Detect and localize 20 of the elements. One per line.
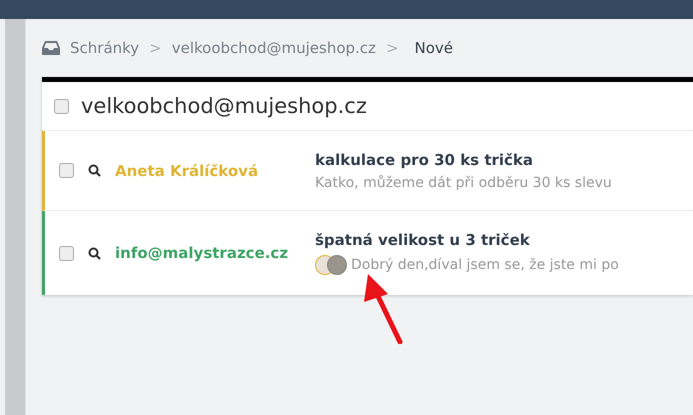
sender-name: info@malystrazce.cz [115, 244, 290, 262]
annotation-arrow [364, 274, 402, 344]
checkbox[interactable] [59, 246, 74, 260]
message-row[interactable]: Aneta Králíčková kalkulace pro 30 ks trička Katko, můžeme dát při odběru 30 ks slevu [42, 131, 693, 211]
search-icon[interactable] [88, 246, 101, 260]
checkbox[interactable] [54, 98, 69, 114]
breadcrumb-separator: > [149, 39, 162, 57]
mailbox-title: velkoobchod@mujeshop.cz [81, 94, 367, 118]
message-subject: špatná velikost u 3 triček [315, 231, 531, 249]
breadcrumb-link[interactable]: Nové [414, 39, 454, 57]
checkbox[interactable] [59, 163, 74, 178]
sender-name: Aneta Králíčková [115, 162, 260, 180]
message-subject: kalkulace pro 30 ks trička [315, 150, 534, 168]
message-preview: Katko, můžeme dát při odběru 30 ks slevu [315, 174, 612, 190]
breadcrumb-link[interactable]: Schránky [70, 39, 140, 57]
inbox-icon [42, 41, 60, 55]
breadcrumb-link[interactable]: velkoobchod@mujeshop.cz [172, 39, 376, 57]
message-preview: Dobrý den,díval jsem se, že jste mi po [351, 257, 619, 273]
search-icon[interactable] [88, 164, 101, 177]
breadcrumb-separator: > [386, 39, 399, 57]
